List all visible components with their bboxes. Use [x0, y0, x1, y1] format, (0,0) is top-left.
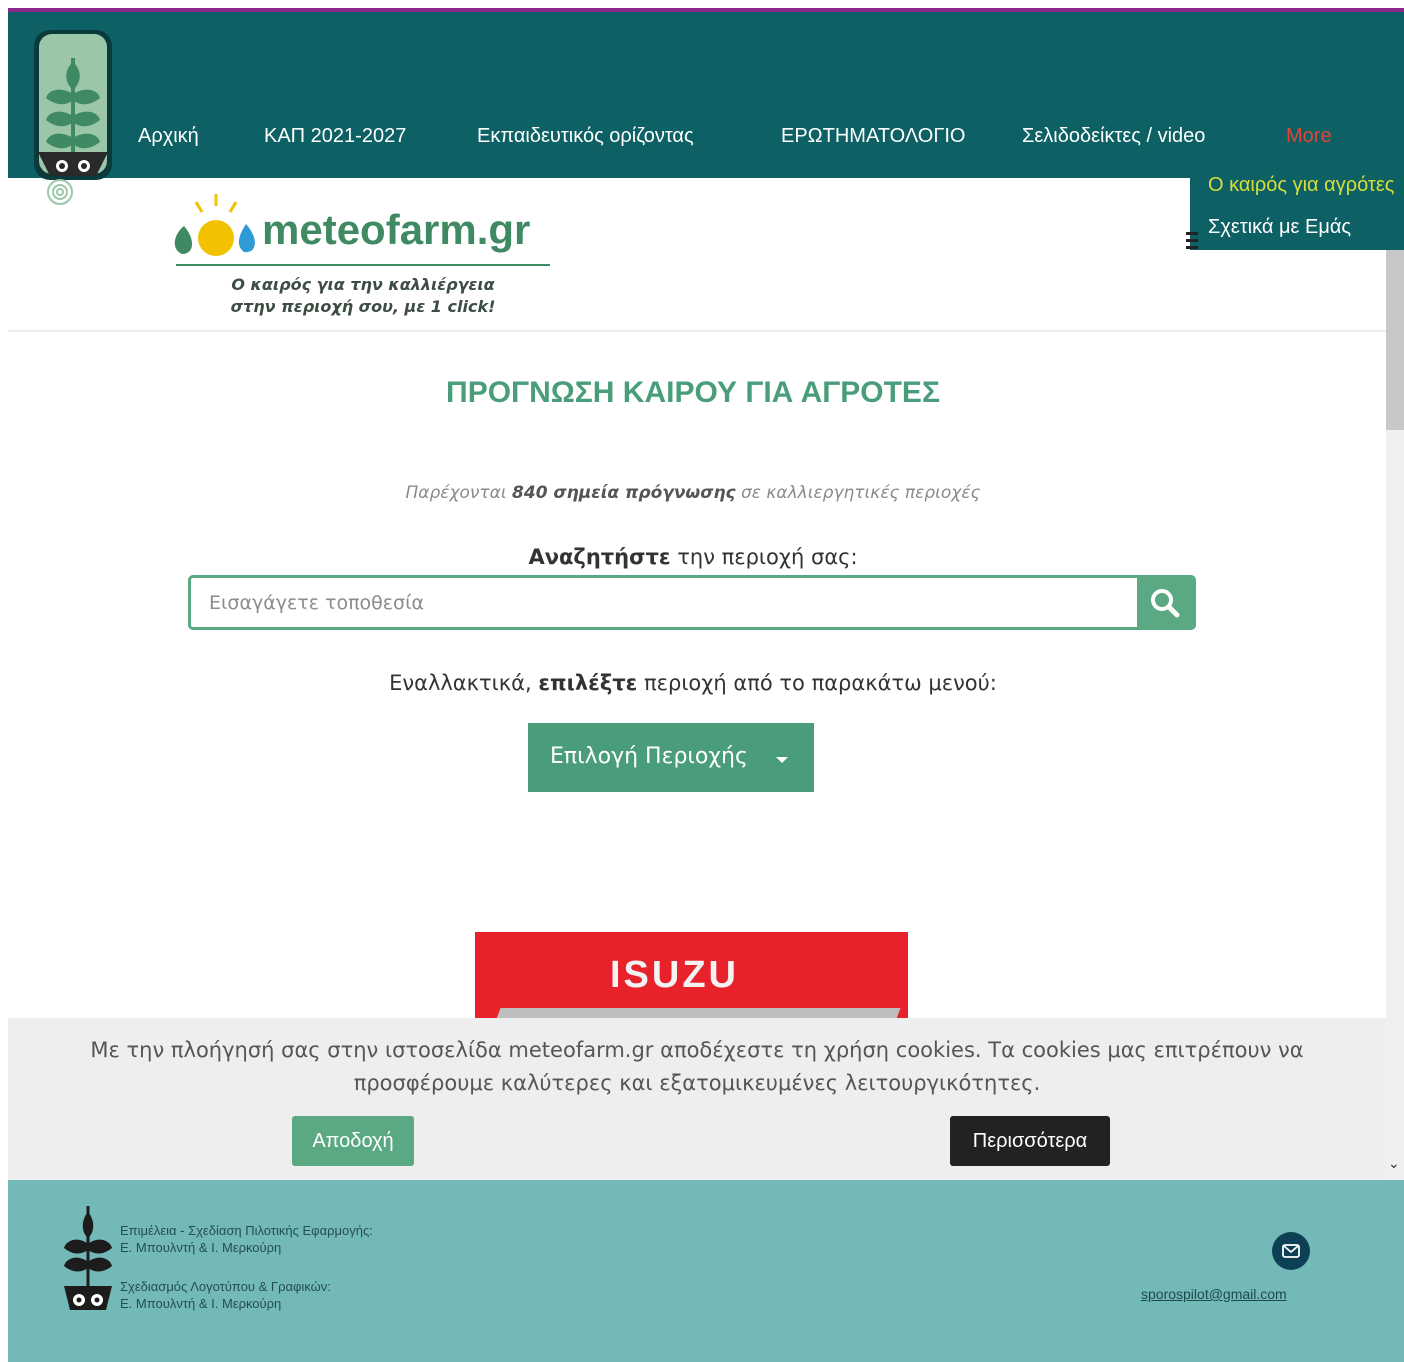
credit-block-app: Επιμέλεια - Σχεδίαση Πιλοτικής Εφαρμογής…: [120, 1222, 373, 1256]
search-label-bold: Αναζητήστε: [528, 545, 671, 569]
hamburger-menu-icon[interactable]: [1186, 232, 1198, 252]
search-box: [188, 575, 1196, 630]
brand-logo[interactable]: [30, 28, 116, 212]
logo-tagline: Ο καιρός για την καλλιέργεια στην περιοχ…: [176, 274, 550, 318]
ad-brand-text: ISUZU: [610, 954, 739, 996]
dropdown-item-weather[interactable]: Ο καιρός για αγρότες: [1208, 174, 1394, 197]
nav-item-kap[interactable]: ΚΑΠ 2021-2027: [264, 125, 406, 148]
search-label: Αναζητήστε την περιοχή σας:: [0, 545, 1386, 569]
page-footer: Επιμέλεια - Σχεδίαση Πιλοτικής Εφαρμογής…: [8, 1180, 1404, 1362]
alt-label-prefix: Εναλλακτικά,: [389, 671, 539, 695]
nav-item-home[interactable]: Αρχική: [138, 125, 199, 148]
forecast-points-subtitle: Παρέχονται 840 σημεία πρόγνωσης σε καλλι…: [0, 483, 1386, 503]
cookie-message: Με την πλοήγησή σας στην ιστοσελίδα mete…: [90, 1038, 1304, 1095]
email-link[interactable]: sporospilot@gmail.com: [1141, 1286, 1287, 1302]
search-label-rest: την περιοχή σας:: [670, 545, 858, 569]
logo-text: meteofarm.gr: [262, 206, 531, 253]
meteofarm-logo[interactable]: meteofarm.gr Ο καιρός για την καλλιέργει…: [170, 190, 560, 320]
cookie-consent-bar: Με την πλοήγησή σας στην ιστοσελίδα mete…: [8, 1018, 1386, 1180]
header-divider: [8, 330, 1386, 332]
cookie-accept-button[interactable]: Αποδοχή: [292, 1116, 414, 1166]
nav-menu: Αρχική ΚΑΠ 2021-2027 Εκπαιδευτικός ορίζο…: [0, 125, 1404, 155]
page-title: ΠΡΟΓΝΩΣΗ ΚΑΙΡΟΥ ΓΙΑ ΑΓΡΟΤΕΣ: [446, 376, 940, 409]
email-icon[interactable]: [1272, 1232, 1310, 1270]
alt-label-suffix: περιοχή από το παρακάτω μενού:: [637, 671, 997, 695]
scroll-down-arrow-icon[interactable]: ⌄: [1388, 1156, 1400, 1172]
cookie-more-button[interactable]: Περισσότερα: [950, 1116, 1110, 1166]
caret-down-icon: [776, 757, 788, 763]
nav-item-questionnaire[interactable]: ΕΡΩΤΗΜΑΤΟΛΟΓΙΟ: [781, 125, 965, 148]
credit-2-names: Ε. Μπουλντή & Ι. Μερκούρη: [120, 1296, 282, 1311]
alt-label-bold: επιλέξτε: [538, 671, 638, 695]
footer-credits: Επιμέλεια - Σχεδίαση Πιλοτικής Εφαρμογής…: [120, 1222, 373, 1334]
subtitle-prefix: Παρέχονται: [405, 483, 513, 503]
search-icon: [1151, 589, 1180, 618]
logo-underline: [176, 264, 550, 266]
dropdown-item-about[interactable]: Σχετικά με Εμάς: [1208, 216, 1351, 239]
credit-1-title: Επιμέλεια - Σχεδίαση Πιλοτικής Εφαρμογής…: [120, 1223, 373, 1238]
region-select-label: Επιλογή Περιοχής: [550, 744, 748, 769]
credit-1-names: Ε. Μπουλντή & Ι. Μερκούρη: [120, 1240, 282, 1255]
alternative-label: Εναλλακτικά, επιλέξτε περιοχή από το παρ…: [0, 671, 1386, 695]
region-select-button[interactable]: Επιλογή Περιοχής: [528, 723, 814, 792]
subtitle-suffix: σε καλλιεργητικές περιοχές: [735, 483, 981, 503]
location-search-input[interactable]: [191, 578, 1137, 627]
nav-item-education[interactable]: Εκπαιδευτικός ορίζοντας: [477, 125, 694, 148]
credit-block-logo: Σχεδιασμός Λογοτύπου & Γραφικών: Ε. Μπου…: [120, 1278, 373, 1312]
footer-wheat-owl-logo: [64, 1206, 112, 1310]
scrollbar-thumb[interactable]: [1386, 250, 1404, 430]
subtitle-count: 840 σημεία πρόγνωσης: [512, 483, 736, 503]
more-dropdown-menu: Ο καιρός για αγρότες Σχετικά με Εμάς: [1190, 168, 1404, 250]
tagline-line-1: Ο καιρός για την καλλιέργεια: [231, 275, 495, 294]
tagline-line-2: στην περιοχή σου, με 1 click!: [230, 297, 496, 316]
nav-item-more[interactable]: More: [1286, 125, 1332, 148]
isuzu-ad-banner[interactable]: ISUZU: [475, 932, 908, 1022]
nav-item-bookmarks[interactable]: Σελιδοδείκτες / video: [1022, 125, 1205, 148]
weather-logo-icon: [174, 194, 255, 256]
search-button[interactable]: [1137, 578, 1193, 627]
credit-2-title: Σχεδιασμός Λογοτύπου & Γραφικών:: [120, 1279, 331, 1294]
